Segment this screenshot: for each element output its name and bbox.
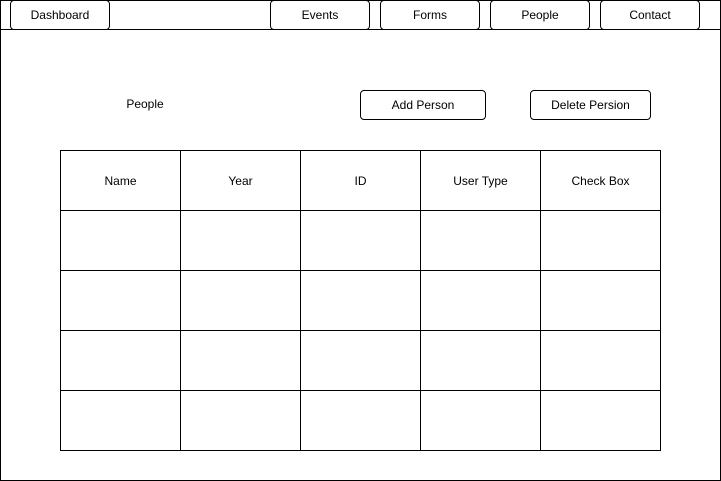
table-cell <box>420 270 541 331</box>
table-cell <box>300 390 421 451</box>
table-cell <box>180 330 301 391</box>
table-cell <box>540 270 661 331</box>
nav-contact-button[interactable]: Contact <box>600 0 700 30</box>
table-cell <box>420 330 541 391</box>
column-header-year: Year <box>180 150 301 211</box>
add-person-button[interactable]: Add Person <box>360 90 486 120</box>
table-row[interactable] <box>60 390 661 451</box>
column-header-name: Name <box>60 150 181 211</box>
table-row[interactable] <box>60 330 661 391</box>
table-cell <box>180 390 301 451</box>
table-header-row: Name Year ID User Type Check Box <box>60 150 661 211</box>
column-header-user-type: User Type <box>420 150 541 211</box>
nav-forms-button[interactable]: Forms <box>380 0 480 30</box>
table-cell <box>60 330 181 391</box>
people-table: Name Year ID User Type Check Box <box>60 150 661 451</box>
table-cell <box>180 270 301 331</box>
table-cell <box>420 390 541 451</box>
column-header-check-box: Check Box <box>540 150 661 211</box>
table-cell <box>300 330 421 391</box>
nav-events-button[interactable]: Events <box>270 0 370 30</box>
table-cell <box>540 390 661 451</box>
table-cell <box>540 330 661 391</box>
column-header-id: ID <box>300 150 421 211</box>
table-row[interactable] <box>60 270 661 331</box>
table-cell <box>420 210 541 271</box>
nav-dashboard-button[interactable]: Dashboard <box>10 0 110 30</box>
table-cell <box>60 270 181 331</box>
table-cell <box>300 210 421 271</box>
delete-person-button[interactable]: Delete Persion <box>530 90 651 120</box>
table-cell <box>60 390 181 451</box>
top-navigation-bar: Dashboard Events Forms People Contact <box>0 0 721 30</box>
table-row[interactable] <box>60 210 661 271</box>
table-cell <box>540 210 661 271</box>
table-cell <box>300 270 421 331</box>
nav-people-button[interactable]: People <box>490 0 590 30</box>
page-title: People <box>126 97 164 111</box>
table-cell <box>60 210 181 271</box>
table-cell <box>180 210 301 271</box>
